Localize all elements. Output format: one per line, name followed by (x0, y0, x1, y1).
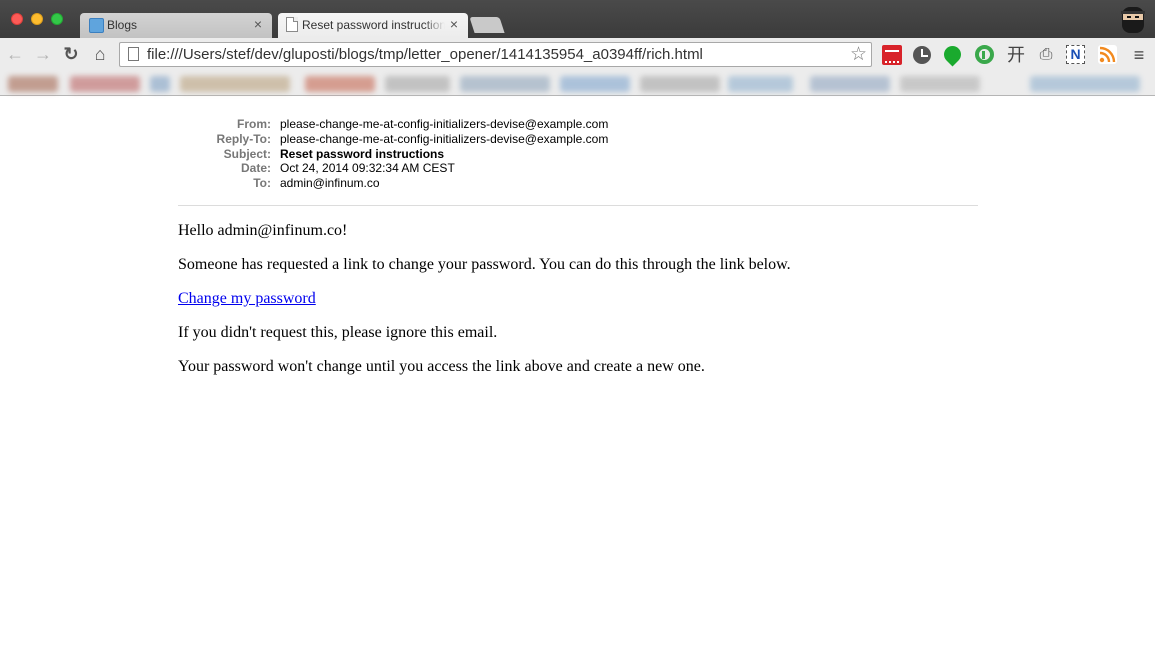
forward-arrow-icon[interactable]: → (32, 43, 54, 65)
email-headers: From: please-change-me-at-config-initial… (178, 117, 978, 191)
profile-ninja-icon[interactable] (1119, 5, 1147, 35)
bookmark-item[interactable] (560, 76, 630, 92)
bookmark-item[interactable] (385, 76, 450, 92)
rss-icon[interactable] (1098, 45, 1117, 64)
back-arrow-icon[interactable]: ← (4, 43, 26, 65)
tab-reset-password[interactable]: Reset password instructions × (278, 13, 468, 38)
header-value: please-change-me-at-config-initializers-… (280, 131, 609, 146)
page-icon (128, 47, 139, 61)
header-row-from: From: please-change-me-at-config-initial… (178, 117, 978, 132)
bookmark-item[interactable] (305, 76, 375, 92)
tab-strip: Blogs × Reset password instructions × (0, 0, 1155, 38)
green-drop-icon[interactable] (940, 42, 965, 67)
window-minimize-button[interactable] (31, 13, 43, 25)
tab-close-icon[interactable]: × (254, 16, 262, 32)
home-icon[interactable]: ⌂ (89, 43, 111, 65)
tab-blogs[interactable]: Blogs × (80, 13, 272, 38)
change-password-link[interactable]: Change my password (178, 290, 316, 307)
email-paragraph: If you didn't request this, please ignor… (178, 324, 498, 341)
email-greeting: Hello admin@infinum.co! (178, 222, 348, 239)
document-favicon-icon (286, 17, 298, 32)
email-paragraph: Your password won't change until you acc… (178, 358, 705, 375)
n-icon[interactable]: N (1066, 45, 1085, 64)
new-tab-button[interactable] (469, 17, 505, 33)
tab-close-icon[interactable]: × (450, 16, 458, 32)
header-value: admin@infinum.co (280, 176, 380, 191)
tree-icon[interactable]: 开 (1006, 45, 1026, 65)
clock-icon[interactable] (913, 46, 931, 64)
bookmark-item[interactable] (1030, 76, 1140, 92)
stamp-icon[interactable]: ⎙ (1036, 45, 1056, 65)
bookmarks-bar (0, 71, 1155, 96)
tab-title: Blogs (107, 18, 138, 32)
address-bar[interactable]: file:///Users/stef/dev/gluposti/blogs/tm… (119, 42, 872, 67)
header-divider (178, 205, 978, 206)
blogs-favicon-icon (89, 18, 104, 33)
bookmark-item[interactable] (810, 76, 890, 92)
red-dotted-icon[interactable] (882, 45, 902, 65)
window-close-button[interactable] (11, 13, 23, 25)
menu-icon[interactable]: ≡ (1129, 45, 1149, 65)
reload-icon[interactable]: ↻ (60, 43, 82, 65)
header-value: Oct 24, 2014 09:32:34 AM CEST (280, 161, 455, 176)
bookmark-item[interactable] (180, 76, 290, 92)
address-bar-url[interactable]: file:///Users/stef/dev/gluposti/blogs/tm… (147, 46, 703, 63)
header-row-reply-to: Reply-To: please-change-me-at-config-ini… (178, 132, 978, 147)
email-link-paragraph: Change my password (178, 290, 1078, 308)
browser-toolbar: ← → ↻ ⌂ file:///Users/stef/dev/gluposti/… (0, 38, 1155, 71)
header-row-date: Date: Oct 24, 2014 09:32:34 AM CEST (178, 161, 978, 176)
bookmark-star-icon[interactable]: ☆ (850, 43, 867, 66)
header-value: please-change-me-at-config-initializers-… (280, 117, 609, 131)
header-label: From: (237, 117, 271, 131)
bookmark-item[interactable] (728, 76, 793, 92)
header-value: Reset password instructions (280, 146, 445, 161)
bookmark-item[interactable] (900, 76, 980, 92)
bookmark-item[interactable] (150, 76, 170, 92)
header-label: Reply-To: (216, 131, 271, 146)
header-row-to: To: admin@infinum.co (178, 176, 978, 191)
bookmark-item[interactable] (70, 76, 140, 92)
window-maximize-button[interactable] (51, 13, 63, 25)
header-label: Date: (240, 161, 271, 176)
email-paragraph: Someone has requested a link to change y… (178, 256, 791, 273)
header-row-subject: Subject: Reset password instructions (178, 147, 978, 162)
tab-title: Reset password instructions (302, 18, 445, 32)
bookmark-item[interactable] (460, 76, 550, 92)
header-label: To: (253, 176, 271, 191)
green-ring-icon[interactable] (975, 45, 994, 64)
bookmark-item[interactable] (8, 76, 58, 92)
bookmark-item[interactable] (640, 76, 720, 92)
header-label: Subject: (223, 146, 271, 161)
